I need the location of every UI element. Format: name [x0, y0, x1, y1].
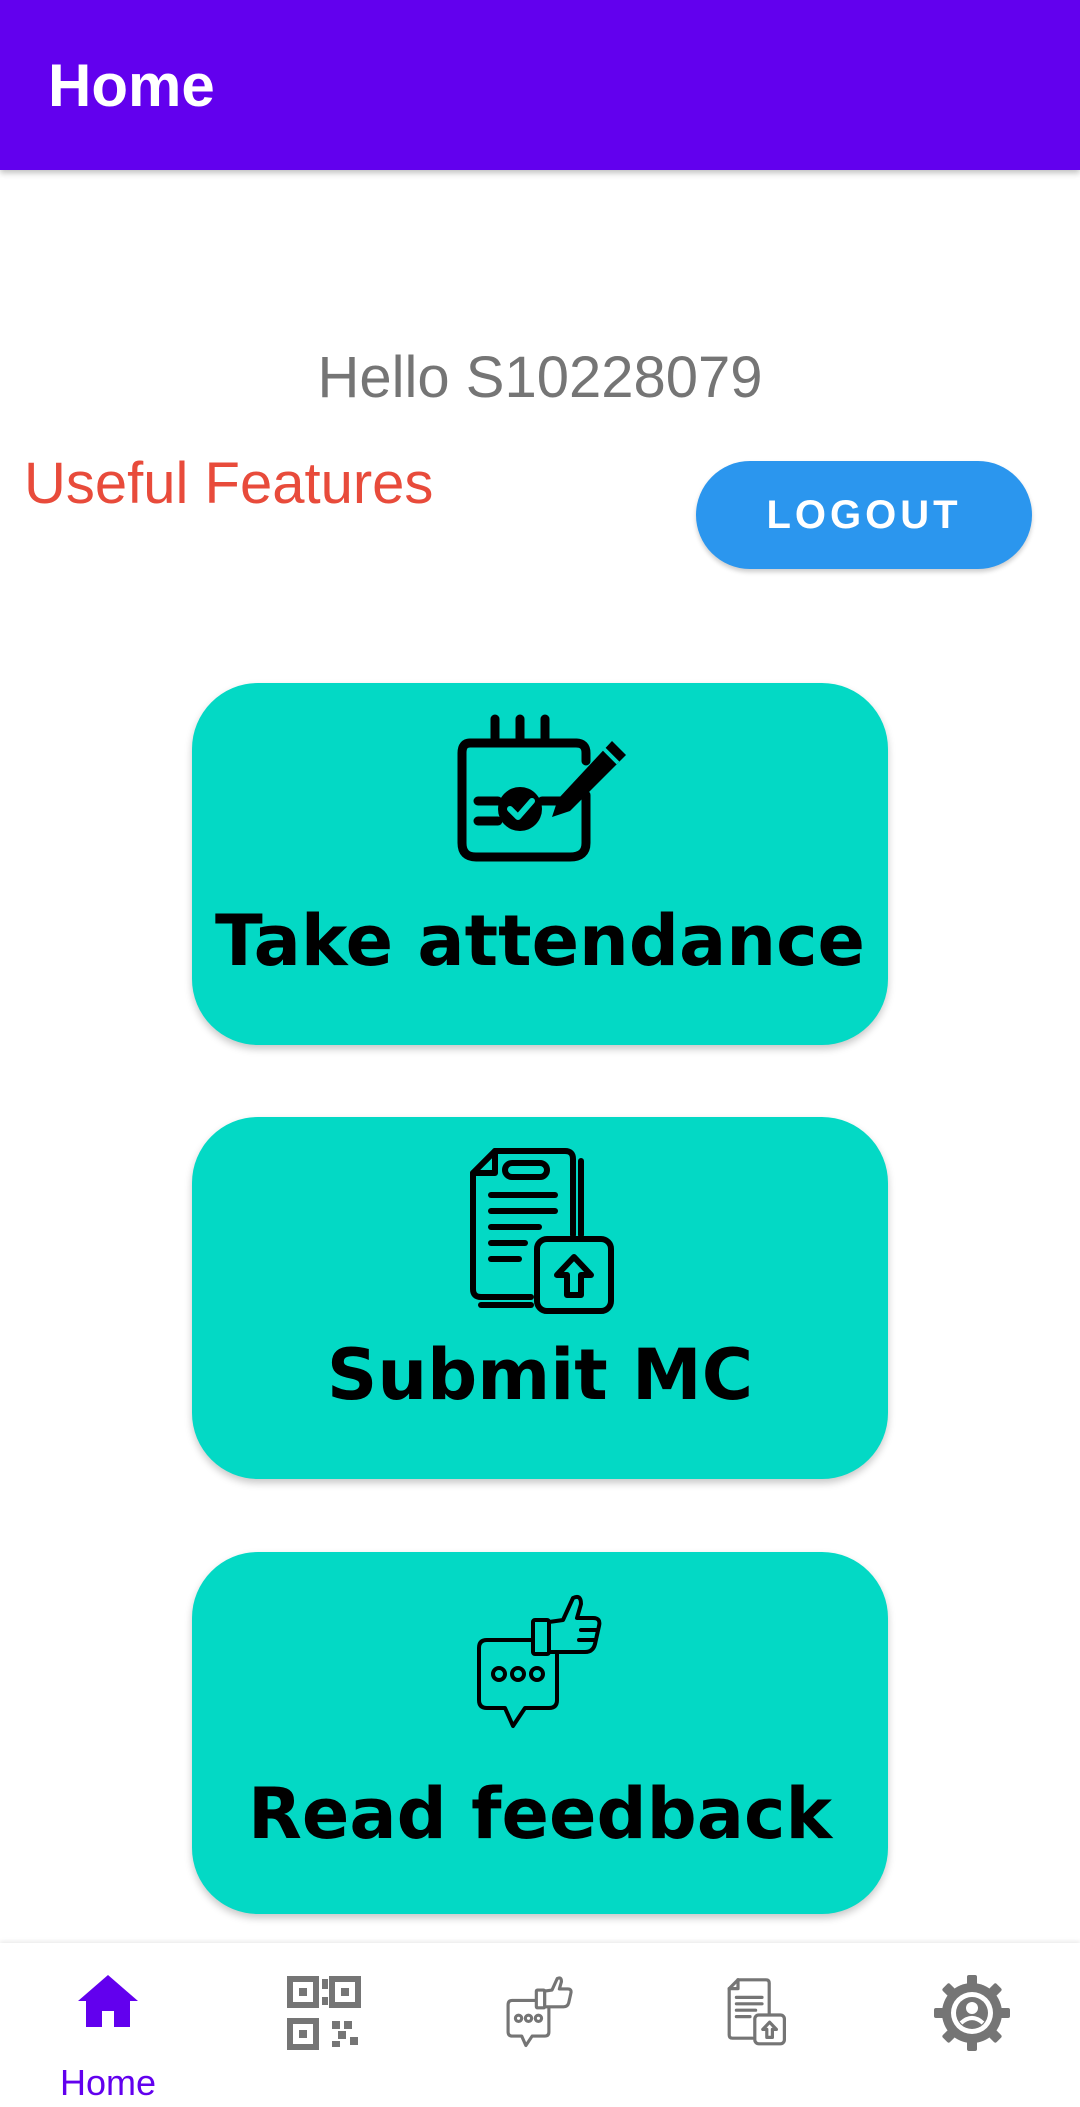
nav-item-home[interactable]: Home [0, 1943, 216, 2107]
page-title: Home [48, 52, 215, 119]
submit-mc-label: Submit MC [326, 1334, 754, 1416]
logout-button[interactable]: LOGOUT [696, 461, 1032, 569]
app-bar: Home [0, 0, 1080, 170]
bottom-navigation: Home [0, 1943, 1080, 2107]
settings-icon [934, 1975, 1010, 2056]
feedback-thumbs-up-icon [475, 1592, 605, 1737]
section-title: Useful Features [24, 451, 434, 516]
nav-item-feedback[interactable] [432, 1943, 648, 2107]
document-upload-icon [455, 1139, 625, 1324]
document-upload-icon [722, 1975, 790, 2052]
read-feedback-button[interactable]: Read feedback [192, 1552, 888, 1914]
take-attendance-button[interactable]: Take attendance [192, 683, 888, 1045]
nav-label-home: Home [59, 2062, 157, 2103]
home-icon [76, 1973, 140, 2034]
qr-code-icon [286, 1975, 362, 2056]
nav-item-submit-mc[interactable] [648, 1943, 864, 2107]
feedback-icon [506, 1975, 574, 2054]
nav-item-settings[interactable] [864, 1943, 1080, 2107]
read-feedback-label: Read feedback [248, 1773, 832, 1855]
submit-mc-button[interactable]: Submit MC [192, 1117, 888, 1479]
greeting-text: Hello S10228079 [317, 345, 763, 410]
calendar-check-icon [440, 711, 640, 886]
take-attendance-label: Take attendance [214, 900, 866, 982]
nav-item-qr-scan[interactable] [216, 1943, 432, 2107]
